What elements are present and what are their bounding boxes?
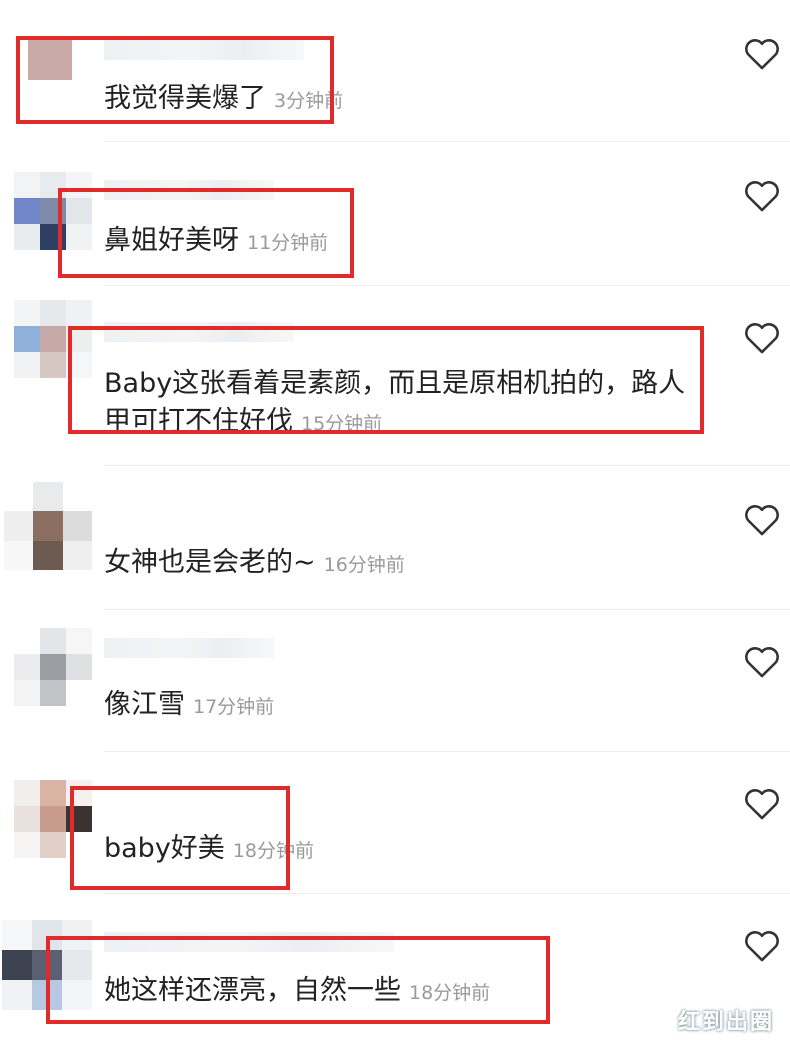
username-blurred[interactable] [104,322,294,342]
comment-timestamp: 18分钟前 [409,982,491,1004]
comment-item: 女神也是会老的~ 16分钟前 [0,466,790,610]
comment-timestamp: 3分钟前 [274,90,344,112]
heart-icon[interactable] [743,177,781,213]
comment-text: 我觉得美爆了 3分钟前 [104,80,343,120]
comment-timestamp: 17分钟前 [193,696,275,718]
comment-text: 她这样还漂亮，自然一些 18分钟前 [104,972,490,1012]
comment-item: 她这样还漂亮，自然一些 18分钟前 [0,894,790,1050]
comment-text: Baby这张看着是素颜，而且是原相机拍的，路人甲可打不住好伐 15分钟前 [104,365,694,443]
comment-body: Baby这张看着是素颜，而且是原相机拍的，路人甲可打不住好伐 [104,368,686,437]
username-blurred[interactable] [104,932,394,952]
heart-icon[interactable] [743,785,781,821]
comment-text: 女神也是会老的~ 16分钟前 [104,544,405,584]
avatar[interactable] [28,36,72,80]
comment-body: 鼻姐好美呀 [104,225,239,256]
comment-item: 我觉得美爆了 3分钟前 [0,0,790,142]
comment-item: Baby这张看着是素颜，而且是原相机拍的，路人甲可打不住好伐 15分钟前 [0,286,790,466]
heart-icon[interactable] [743,35,781,71]
watermark: 红到出圈 [677,1010,774,1035]
heart-icon[interactable] [743,643,781,679]
comment-timestamp: 16分钟前 [323,554,405,576]
avatar[interactable] [14,628,92,706]
avatar[interactable] [14,780,92,858]
heart-icon[interactable] [743,501,781,537]
comment-body: 女神也是会老的~ [104,547,316,578]
comment-timestamp: 15分钟前 [301,413,383,435]
username-blurred[interactable] [104,180,274,200]
avatar[interactable] [2,920,92,1010]
username-blurred[interactable] [104,638,274,658]
heart-icon[interactable] [743,927,781,963]
avatar[interactable] [14,300,92,378]
comment-timestamp: 11分钟前 [247,232,329,254]
comment-text: 鼻姐好美呀 11分钟前 [104,222,328,262]
heart-icon[interactable] [743,319,781,355]
comment-item: 鼻姐好美呀 11分钟前 [0,142,790,286]
avatar[interactable] [14,172,92,250]
comment-timestamp: 18分钟前 [232,840,314,862]
avatar[interactable] [4,482,92,570]
comment-body: 我觉得美爆了 [104,83,266,114]
comment-body: 她这样还漂亮，自然一些 [104,975,401,1006]
comment-text: 像江雪 17分钟前 [104,686,274,726]
comment-body: 像江雪 [104,689,185,720]
comment-text: baby好美 18分钟前 [104,830,314,870]
comment-item: baby好美 18分钟前 [0,752,790,894]
username-blurred[interactable] [104,40,304,60]
comment-item: 像江雪 17分钟前 [0,610,790,752]
comment-body: baby好美 [104,833,225,864]
